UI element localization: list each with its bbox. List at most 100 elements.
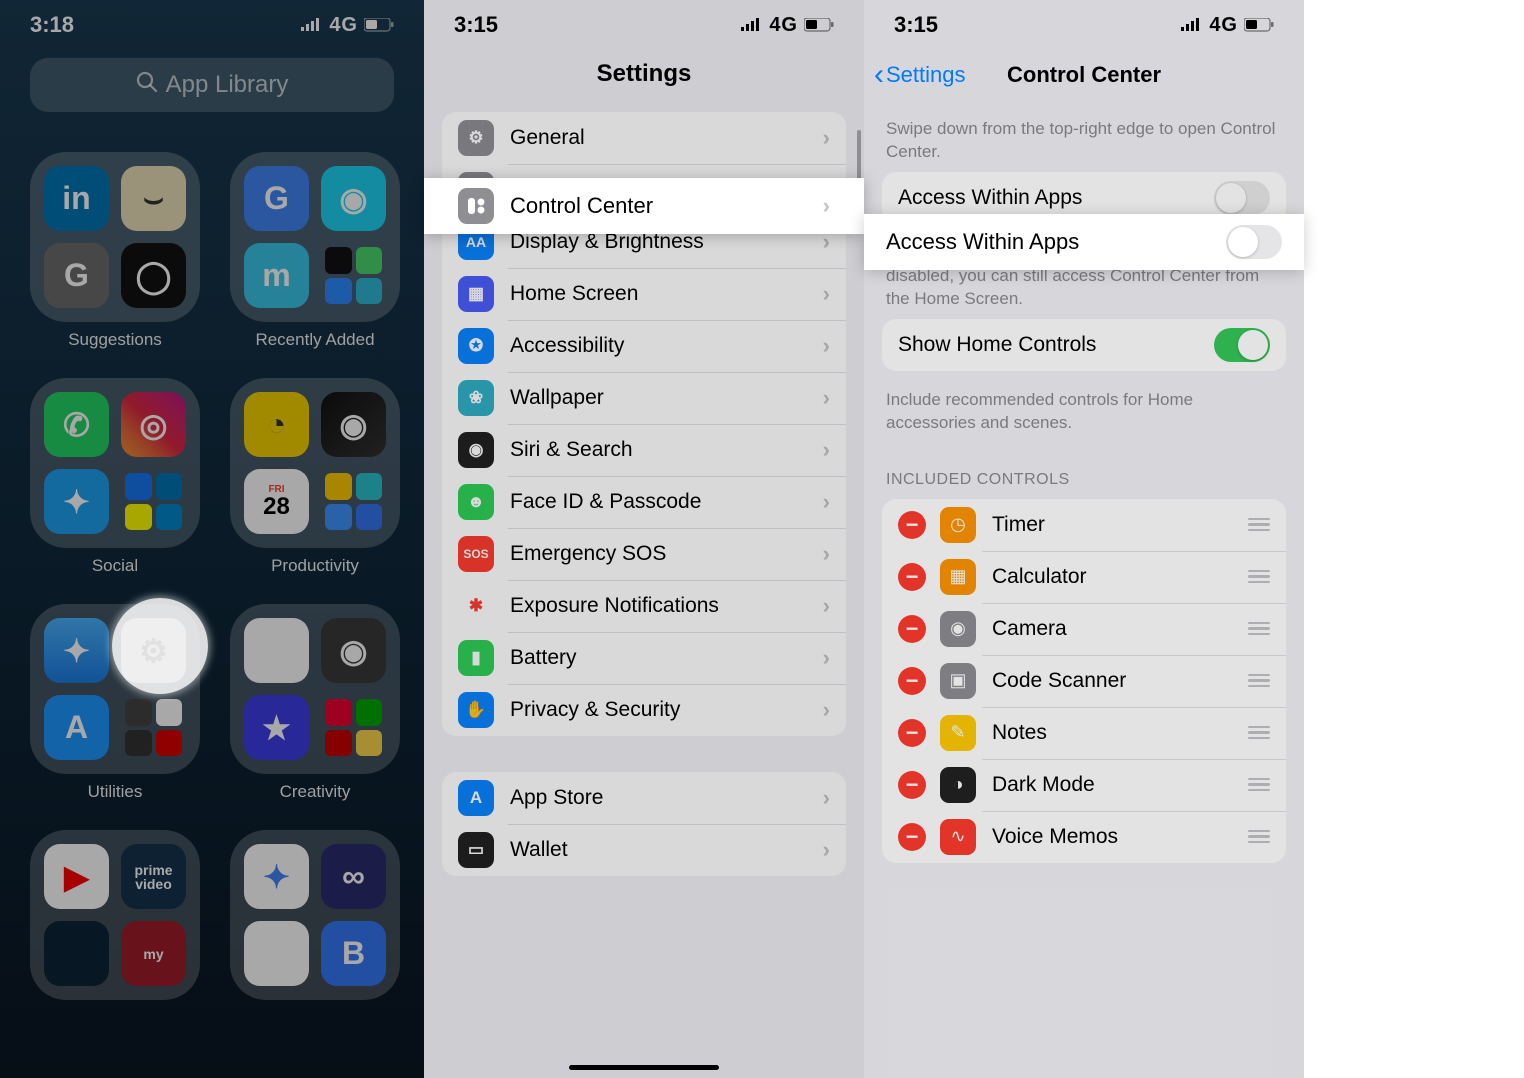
toggle-switch[interactable] xyxy=(1214,181,1270,215)
settings-row[interactable]: ▦ Home Screen › xyxy=(442,268,846,320)
search-placeholder: App Library xyxy=(166,71,289,99)
status-time: 3:15 xyxy=(454,12,498,38)
settings-row-icon: ◉ xyxy=(458,432,494,468)
settings-row[interactable]: ✱ Exposure Notifications › xyxy=(442,580,846,632)
settings-row-icon: SOS xyxy=(458,536,494,572)
included-control-row[interactable]: − ▦ Calculator xyxy=(882,551,1286,603)
chevron-right-icon: › xyxy=(823,385,830,411)
folder-creativity[interactable]: ❀ ◉ ★ Creativity xyxy=(230,604,400,802)
remove-button[interactable]: − xyxy=(898,719,926,747)
remove-button[interactable]: − xyxy=(898,615,926,643)
caption-home: Include recommended controls for Home ac… xyxy=(864,371,1304,443)
folder-partial-1[interactable]: ▶ primevideo my xyxy=(30,830,200,1000)
home-controls-group: Show Home Controls xyxy=(882,319,1286,371)
folder-label: Suggestions xyxy=(30,330,200,350)
status-bar: 3:15 4G xyxy=(864,0,1304,50)
nav-bar: ‹ Settings Control Center xyxy=(864,50,1304,100)
network-label: 4G xyxy=(1209,14,1238,37)
battery-icon xyxy=(364,18,394,32)
settings-row-control-center-highlight[interactable]: Control Center › xyxy=(424,178,864,234)
settings-row[interactable]: ✋ Privacy & Security › xyxy=(442,684,846,736)
control-icon: ✎ xyxy=(940,715,976,751)
drag-handle-icon[interactable] xyxy=(1248,726,1270,740)
drag-handle-icon[interactable] xyxy=(1248,622,1270,636)
settings-row[interactable]: ☻ Face ID & Passcode › xyxy=(442,476,846,528)
remove-button[interactable]: − xyxy=(898,563,926,591)
included-control-row[interactable]: − ◑ Dark Mode xyxy=(882,759,1286,811)
access-within-apps-highlight[interactable]: Access Within Apps xyxy=(864,214,1304,270)
settings-row-icon: ▦ xyxy=(458,276,494,312)
row-label: Wallet xyxy=(510,838,807,862)
remove-button[interactable]: − xyxy=(898,823,926,851)
control-icon: ▦ xyxy=(940,559,976,595)
drag-handle-icon[interactable] xyxy=(1248,778,1270,792)
home-indicator[interactable] xyxy=(569,1065,719,1070)
cellular-signal-icon xyxy=(741,18,763,32)
settings-row[interactable]: ▭ Wallet › xyxy=(442,824,846,876)
search-icon xyxy=(136,71,158,100)
chevron-right-icon: › xyxy=(823,437,830,463)
settings-row-icon: ⚙ xyxy=(458,120,494,156)
row-label: App Store xyxy=(510,786,807,810)
chevron-right-icon: › xyxy=(823,281,830,307)
row-label: Wallpaper xyxy=(510,386,807,410)
battery-icon xyxy=(804,18,834,32)
settings-group-2: A App Store › ▭ Wallet › xyxy=(442,772,846,876)
included-control-row[interactable]: − ◉ Camera xyxy=(882,603,1286,655)
folder-productivity[interactable]: ◔ ◉ FRI28 Productivity xyxy=(230,378,400,576)
drag-handle-icon[interactable] xyxy=(1248,570,1270,584)
panel-settings: 3:15 4G Settings ⚙ General › ⊟ Control C… xyxy=(424,0,864,1078)
settings-row[interactable]: ✪ Accessibility › xyxy=(442,320,846,372)
back-button[interactable]: ‹ Settings xyxy=(874,58,966,92)
row-label: Siri & Search xyxy=(510,438,807,462)
included-control-row[interactable]: − ◷ Timer xyxy=(882,499,1286,551)
folder-utilities[interactable]: ✦ ⚙ A Utilities xyxy=(30,604,200,802)
settings-row[interactable]: SOS Emergency SOS › xyxy=(442,528,846,580)
network-label: 4G xyxy=(769,14,798,37)
status-bar: 3:18 4G xyxy=(0,0,424,50)
status-right: 4G xyxy=(301,14,394,37)
drag-handle-icon[interactable] xyxy=(1248,830,1270,844)
network-label: 4G xyxy=(329,14,358,37)
settings-row[interactable]: ⚙ General › xyxy=(442,112,846,164)
control-icon: ◑ xyxy=(940,767,976,803)
folder-suggestions[interactable]: in ⌣ G ◯ Suggestions xyxy=(30,152,200,350)
settings-row[interactable]: ▮ Battery › xyxy=(442,632,846,684)
row-label: Exposure Notifications xyxy=(510,594,807,618)
remove-button[interactable]: − xyxy=(898,771,926,799)
settings-row-icon: ❀ xyxy=(458,380,494,416)
folder-partial-2[interactable]: ✦ ∞ B xyxy=(230,830,400,1000)
included-control-row[interactable]: − ✎ Notes xyxy=(882,707,1286,759)
settings-row[interactable]: A App Store › xyxy=(442,772,846,824)
folder-social[interactable]: ✆ ◎ ✦ Social xyxy=(30,378,200,576)
chevron-right-icon: › xyxy=(823,785,830,811)
remove-button[interactable]: − xyxy=(898,667,926,695)
settings-row[interactable]: ◉ Siri & Search › xyxy=(442,424,846,476)
row-label: Calculator xyxy=(992,565,1248,589)
toggle-switch[interactable] xyxy=(1214,328,1270,362)
included-controls-list: − ◷ Timer − ▦ Calculator − ◉ Camera − ▣ … xyxy=(882,499,1286,863)
control-icon: ◉ xyxy=(940,611,976,647)
status-right: 4G xyxy=(741,14,834,37)
settings-row-icon: A xyxy=(458,780,494,816)
settings-row-icon: ▮ xyxy=(458,640,494,676)
included-control-row[interactable]: − ∿ Voice Memos xyxy=(882,811,1286,863)
status-right: 4G xyxy=(1181,14,1274,37)
remove-button[interactable]: − xyxy=(898,511,926,539)
folder-label: Productivity xyxy=(230,556,400,576)
row-label: Access Within Apps xyxy=(886,229,1226,255)
chevron-right-icon: › xyxy=(823,333,830,359)
drag-handle-icon[interactable] xyxy=(1248,518,1270,532)
settings-row-icon: ✋ xyxy=(458,692,494,728)
chevron-right-icon: › xyxy=(823,837,830,863)
folder-recently-added[interactable]: G ◉ m Recently Added xyxy=(230,152,400,350)
settings-row[interactable]: ❀ Wallpaper › xyxy=(442,372,846,424)
chevron-right-icon: › xyxy=(823,193,830,219)
chevron-right-icon: › xyxy=(823,697,830,723)
included-control-row[interactable]: − ▣ Code Scanner xyxy=(882,655,1286,707)
app-library-search[interactable]: App Library xyxy=(30,58,394,112)
show-home-controls-row[interactable]: Show Home Controls xyxy=(882,319,1286,371)
drag-handle-icon[interactable] xyxy=(1248,674,1270,688)
toggle-switch[interactable] xyxy=(1226,225,1282,259)
battery-icon xyxy=(1244,18,1274,32)
